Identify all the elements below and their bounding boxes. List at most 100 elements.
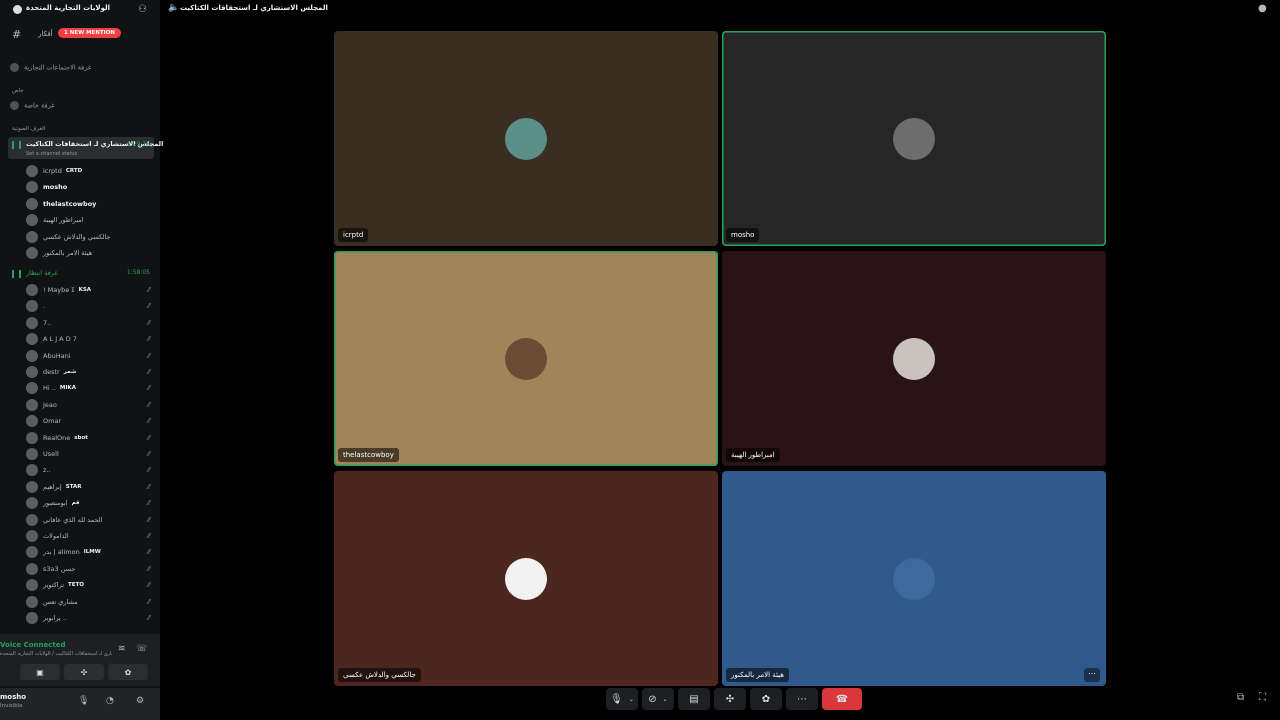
chevron-down-icon[interactable]: ⌄ xyxy=(663,696,668,703)
avatar xyxy=(26,284,38,296)
voice-member[interactable]: الدامولات ⁄⁄ xyxy=(26,529,154,543)
popout-icon[interactable]: ⧉ xyxy=(1237,692,1244,703)
avatar xyxy=(26,349,38,362)
voice-member[interactable]: Usell ⁄⁄ xyxy=(26,447,154,461)
screen-share-button[interactable]: ▤ xyxy=(678,688,710,710)
video-tile[interactable]: جالكسي والدلاش عكسي xyxy=(334,471,718,686)
voice-member[interactable]: AbuHani ⁄⁄ xyxy=(26,349,154,363)
avatar xyxy=(26,300,38,313)
deafened-icon: ⁄⁄ xyxy=(147,548,150,557)
soundboard-button[interactable]: ✿ xyxy=(750,688,782,710)
voice-member[interactable]: إبراهيم STAR ⁄⁄ xyxy=(26,480,154,494)
channel-status-hint[interactable]: Set a channel status xyxy=(26,151,77,157)
voice-member[interactable]: A L J A D 7 ⁄⁄ xyxy=(26,332,154,346)
deafened-icon: ⁄⁄ xyxy=(147,318,150,327)
voice-member[interactable]: امبراطور الهيبة xyxy=(26,213,154,227)
waiting-voice-channel[interactable]: غرفة انتظار 1:58:05 xyxy=(8,266,154,280)
soundboard-icon: ✿ xyxy=(761,693,771,705)
activities-button[interactable]: ✣ xyxy=(714,688,746,710)
video-icon: ▣ xyxy=(36,667,44,677)
user-name[interactable]: mosho xyxy=(0,693,26,701)
member-name: مشاري تعس xyxy=(43,597,78,606)
noise-suppression-icon[interactable]: ≋ xyxy=(118,644,126,654)
member-name: icrptd xyxy=(43,167,62,175)
server-boost-icon xyxy=(13,5,22,14)
voice-member[interactable]: تراكتوير TETO ⁄⁄ xyxy=(26,578,154,592)
waiting-voice-timer: 1:58:05 xyxy=(126,269,150,276)
member-name: destr xyxy=(43,368,60,376)
tile-more-icon[interactable]: ⋯ xyxy=(1084,668,1100,682)
video-tile[interactable]: هيئة الامر بالمكنور ⋯ xyxy=(722,471,1106,686)
channel-private[interactable]: غرفة خاصة xyxy=(10,101,155,115)
camera-toggle-button[interactable]: ⊘ ⌄ xyxy=(642,688,674,710)
mention-channel-row[interactable]: # أفكار 1 NEW MENTION xyxy=(0,26,160,44)
voice-member[interactable]: icrptd CRTD xyxy=(26,164,154,178)
chat-icon[interactable]: ● xyxy=(1258,3,1267,14)
voice-member[interactable]: destr شمر ⁄⁄ xyxy=(26,365,154,379)
deafened-icon: ⁄⁄ xyxy=(147,400,150,409)
fullscreen-icon[interactable]: ⛶ xyxy=(1259,692,1266,703)
member-name: تراكتوير xyxy=(43,581,65,590)
voice-member[interactable]: s3a3 حسن ⁄⁄ xyxy=(26,562,154,576)
voice-member[interactable]: Jeao ⁄⁄ xyxy=(26,398,154,412)
chevron-down-icon[interactable]: ⌄ xyxy=(629,696,634,703)
server-header[interactable]: الولايات التجارية المتحدة ⚇ xyxy=(0,0,160,22)
voice-member[interactable]: جالكسي والدلاش عكسي xyxy=(26,230,154,244)
headphones-icon[interactable]: ◔ xyxy=(106,696,114,706)
invite-icon[interactable]: ⚇ xyxy=(138,4,147,15)
deafened-icon: ⁄⁄ xyxy=(147,368,150,376)
avatar xyxy=(26,464,38,477)
settings-gear-icon[interactable]: ⚙ xyxy=(136,696,144,706)
voice-member[interactable]: ابومنصور قم ⁄⁄ xyxy=(26,496,154,510)
soundboard-button[interactable]: ✿ xyxy=(108,664,148,680)
video-tile[interactable]: thelastcowboy xyxy=(334,251,718,466)
avatar xyxy=(26,230,38,243)
disconnect-icon[interactable]: ☏ xyxy=(136,644,147,654)
activity-button[interactable]: ✣ xyxy=(64,664,104,680)
speaker-icon xyxy=(10,101,19,110)
voice-member[interactable]: 7.. ⁄⁄ xyxy=(26,316,154,330)
deafened-icon: ⁄⁄ xyxy=(147,515,150,524)
mic-button[interactable]: 🎙 ⌄ xyxy=(606,688,638,710)
category-voice[interactable]: الغرف الصوتية xyxy=(12,126,45,132)
voice-member[interactable]: مشاري تعس ⁄⁄ xyxy=(26,595,154,609)
voice-member[interactable]: z.. ⁄⁄ xyxy=(26,463,154,477)
voice-member[interactable]: ! Maybe ⵊ KSA ⁄⁄ xyxy=(26,283,154,297)
channel-meetings[interactable]: غرفة الاجتماعات التجارية xyxy=(10,63,155,77)
hangup-button[interactable]: ☎ xyxy=(822,688,862,710)
voice-member[interactable]: RealOne sbot ⁄⁄ xyxy=(26,431,154,445)
camera-off-icon: ⊘ xyxy=(648,693,657,705)
new-mention-pill[interactable]: 1 NEW MENTION xyxy=(58,28,121,38)
member-tag: STAR xyxy=(65,483,82,490)
deafened-icon: ⁄⁄ xyxy=(147,532,150,540)
voice-member[interactable]: Hi .. MIKA ⁄⁄ xyxy=(26,381,154,395)
member-tag: قم xyxy=(71,500,80,507)
hangup-icon: ☎ xyxy=(835,693,849,705)
video-tile[interactable]: امبراطور الهيبة xyxy=(722,251,1106,466)
voice-member[interactable]: . ⁄⁄ xyxy=(26,299,154,313)
active-voice-channel[interactable]: المجلس الاستشاري لـ استحقاقات الكتاكيت S… xyxy=(8,137,163,159)
video-tile[interactable]: icrptd xyxy=(334,31,718,246)
more-options-button[interactable]: ⋯ xyxy=(786,688,818,710)
voice-connected-status[interactable]: Voice Connected xyxy=(0,641,66,649)
voice-member[interactable]: Omar ⁄⁄ xyxy=(26,414,154,428)
category-private[interactable]: خاص xyxy=(12,88,24,94)
voice-member[interactable]: mosho xyxy=(26,180,154,194)
voice-member[interactable]: هيئة الامر بالمكنور xyxy=(26,246,154,260)
voice-member[interactable]: thelastcowboy xyxy=(26,197,154,211)
channel-sidebar: الولايات التجارية المتحدة ⚇ # أفكار 1 NE… xyxy=(0,0,163,720)
voice-connected-channel[interactable]: المجلس الاستشاري لـ استحقاقات الكتاكيت /… xyxy=(0,651,112,657)
voice-member[interactable]: الحمد لله الذي عافاني ⁄⁄ xyxy=(26,513,154,527)
avatar xyxy=(26,316,38,329)
member-tag: ILMW xyxy=(83,549,101,556)
deafened-icon: ⁄⁄ xyxy=(147,581,150,590)
member-tag: CRTD xyxy=(65,168,83,174)
participant-avatar xyxy=(505,337,547,380)
video-tile[interactable]: mosho xyxy=(722,31,1106,246)
voice-member[interactable]: بدر | alimon ILMW ⁄⁄ xyxy=(26,545,154,559)
member-tag: KSA xyxy=(78,287,92,293)
microphone-icon[interactable]: 🎙 xyxy=(78,696,89,706)
camera-button[interactable]: ▣ xyxy=(20,664,60,680)
voice-member[interactable]: يرابوير .. ⁄⁄ xyxy=(26,611,154,625)
user-status: Invisible xyxy=(0,703,23,709)
